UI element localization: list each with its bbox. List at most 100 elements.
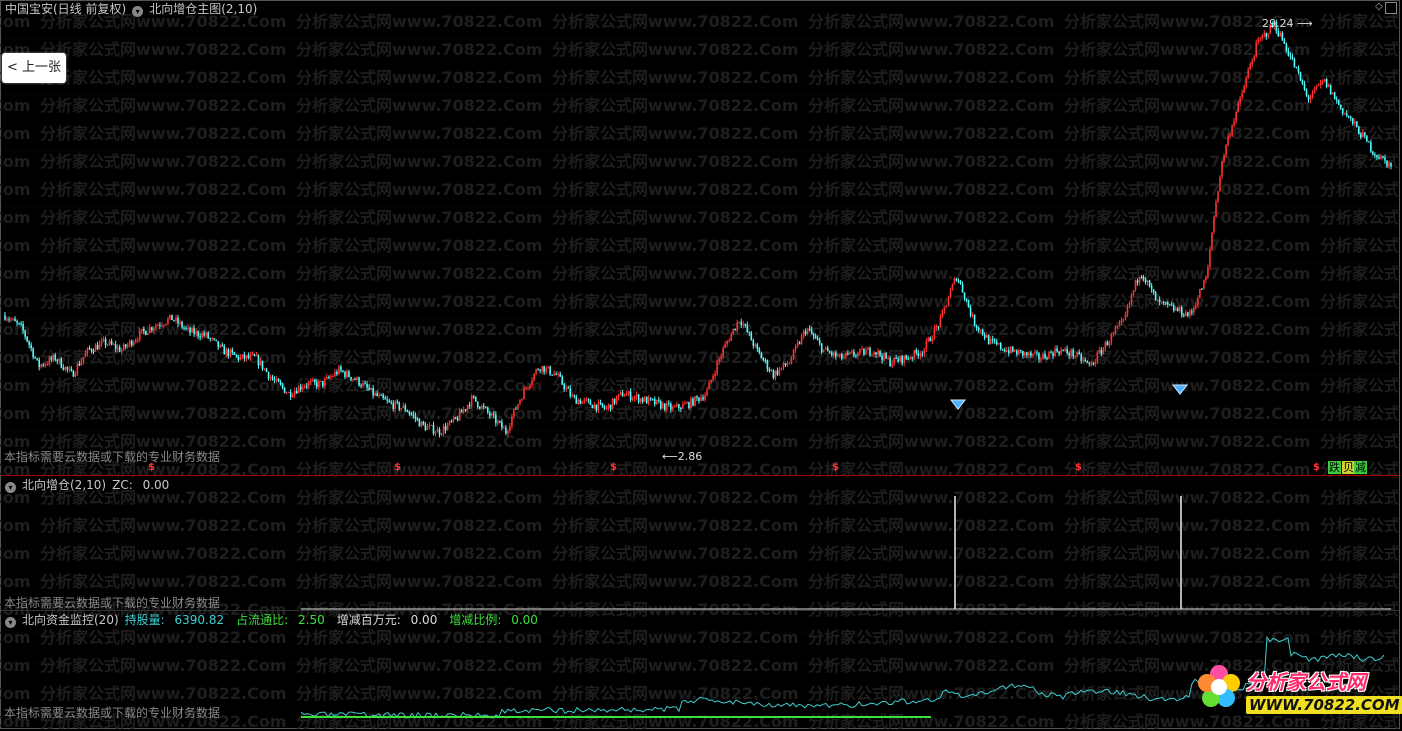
candle-body <box>1096 352 1099 362</box>
price-chart-svg[interactable] <box>1 0 1399 475</box>
main-price-panel[interactable]: 中国宝安(日线 前复权) ▾ 北向增仓主图(2,10) ◇ < 上一张 本指标需要云… <box>1 0 1399 475</box>
candle-body <box>1026 352 1028 356</box>
indicator-menu-icon[interactable]: ▾ <box>5 482 16 493</box>
candle-body <box>1028 352 1030 356</box>
candle-body <box>738 321 741 323</box>
candle-body <box>1144 279 1147 283</box>
candle-body <box>937 326 940 328</box>
candle-body <box>1166 302 1169 305</box>
north-increase-svg[interactable] <box>1 476 1399 610</box>
candle-body <box>1066 348 1068 354</box>
diamond-signal-icon <box>949 399 967 410</box>
candle-body <box>1100 350 1103 354</box>
diamond-icon[interactable]: ◇ <box>1373 1 1385 13</box>
candle-body <box>1140 276 1143 278</box>
candle-body <box>406 410 409 412</box>
candle-body <box>52 354 55 360</box>
candle-body <box>225 349 228 355</box>
prev-image-button[interactable]: < 上一张 <box>2 53 66 83</box>
candle-body <box>1102 348 1105 354</box>
panel2-title[interactable]: 北向增仓(2,10) <box>22 478 106 492</box>
candle-body <box>730 333 732 341</box>
stock-title[interactable]: 中国宝安(日线 前复权) <box>5 2 126 16</box>
candle-body <box>1152 289 1155 293</box>
candle-body <box>136 339 139 341</box>
candle-body <box>257 355 260 366</box>
candle-body <box>191 328 193 333</box>
candle-body <box>491 413 493 416</box>
candle-body <box>1233 121 1235 126</box>
candle-body <box>96 344 99 350</box>
candle-body <box>342 370 344 372</box>
candle-body <box>1174 308 1177 311</box>
candle-body <box>1297 68 1300 72</box>
candle-body <box>476 401 479 407</box>
candle-body <box>732 328 735 334</box>
candle-body <box>394 401 397 410</box>
candle-body <box>1022 350 1024 356</box>
candle-body <box>511 416 513 427</box>
candle-body <box>1209 249 1211 267</box>
candle-body <box>1243 86 1245 94</box>
candle-body <box>378 394 380 396</box>
candle-body <box>893 357 895 364</box>
candle-body <box>857 352 859 357</box>
candle-body <box>708 382 710 390</box>
candle-body <box>519 400 521 405</box>
candle-body <box>694 396 696 406</box>
candle-body <box>1358 126 1360 135</box>
candle-body <box>567 387 570 389</box>
candle-body <box>611 398 614 410</box>
candle-body <box>392 403 395 410</box>
candle-body <box>1295 66 1298 69</box>
candle-body <box>398 402 401 410</box>
candle-body <box>86 347 89 354</box>
candle-body <box>1263 33 1266 36</box>
candle-body <box>1235 111 1237 122</box>
candle-body <box>633 396 636 399</box>
candle-body <box>1168 304 1171 306</box>
candle-body <box>285 392 288 394</box>
panel3-header: ▾ 北向资金监控(20) 持股量: 6390.82 占流通比: 2.50 增减百万元: … <box>5 612 550 628</box>
candle-body <box>943 307 946 311</box>
indicator-menu-icon[interactable]: ▾ <box>132 6 144 17</box>
candle-body <box>672 406 674 410</box>
candle-body <box>213 338 216 340</box>
candle-body <box>221 344 224 347</box>
candle-body <box>577 399 580 404</box>
candle-body <box>1217 191 1219 202</box>
candle-body <box>499 421 501 423</box>
candle-body <box>72 370 75 377</box>
site-logo[interactable]: 分析家公式网 WWW.70822.COM <box>1190 660 1402 720</box>
candle-body <box>50 357 53 360</box>
candle-body <box>209 338 211 340</box>
candle-body <box>758 348 761 353</box>
candle-body <box>645 396 648 404</box>
candle-body <box>344 371 346 377</box>
candle-body <box>122 344 125 350</box>
maximize-icon[interactable] <box>1385 2 1397 14</box>
panel3-title[interactable]: 北向资金监控(20) <box>22 613 119 627</box>
candle-body <box>1114 328 1117 333</box>
candle-body <box>1162 301 1165 303</box>
candle-body <box>1229 135 1231 137</box>
candle-body <box>702 397 704 400</box>
candle-body <box>203 333 205 336</box>
candle-body <box>486 407 489 413</box>
candle-body <box>384 397 386 400</box>
candle-body <box>867 348 869 351</box>
indicator-title[interactable]: 北向增仓主图(2,10) <box>149 2 257 16</box>
candle-body <box>1351 118 1354 124</box>
north-increase-panel[interactable]: ▾ 北向增仓(2,10) ZC: 0.00 本指标需要云数据或下载的专业财务数据 <box>1 476 1399 610</box>
candle-body <box>591 404 594 409</box>
candle-body <box>340 366 342 371</box>
candle-body <box>1245 77 1247 87</box>
indicator-menu-icon[interactable]: ▾ <box>5 617 16 628</box>
candle-body <box>1136 280 1139 283</box>
candle-body <box>869 348 871 355</box>
candle-body <box>879 350 881 356</box>
candle-body <box>1201 289 1203 291</box>
candle-body <box>80 361 83 366</box>
candle-body <box>549 366 551 375</box>
candle-body <box>909 357 912 359</box>
